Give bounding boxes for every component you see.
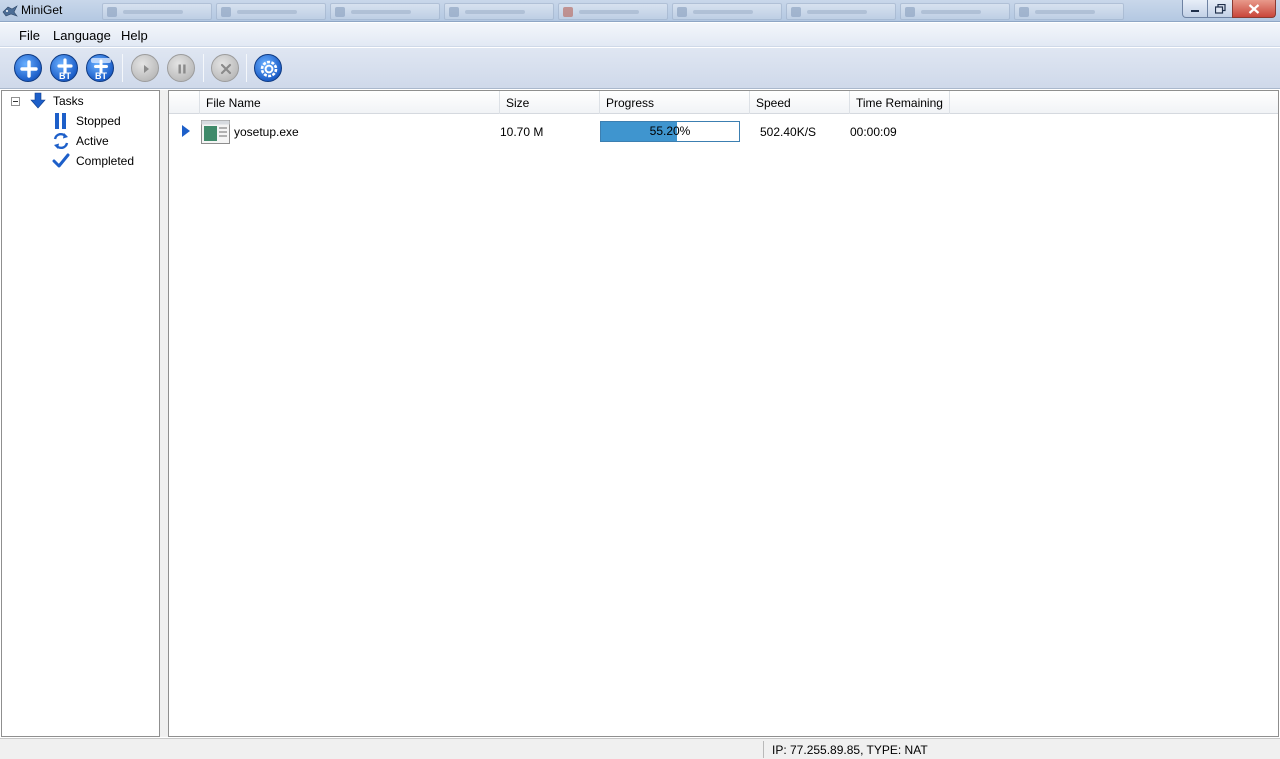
column-header-speed[interactable]: Speed — [750, 91, 850, 114]
column-header-size[interactable]: Size — [500, 91, 600, 114]
time-remaining: 00:00:09 — [850, 125, 897, 139]
window-controls — [1182, 0, 1276, 19]
pause-icon — [55, 113, 66, 129]
list-header: File Name Size Progress Speed Time Remai… — [169, 91, 1278, 114]
column-header-progress[interactable]: Progress — [600, 91, 750, 114]
restore-button[interactable] — [1207, 0, 1233, 18]
task-tree: Tasks Stopped Active Completed — [1, 90, 160, 737]
miniget-app-icon — [2, 5, 18, 17]
progress-text: 55.20% — [649, 124, 691, 138]
background-tab — [444, 3, 554, 20]
column-header-status[interactable] — [169, 91, 200, 114]
add-task-button[interactable] — [14, 54, 42, 82]
tree-label: Stopped — [76, 114, 121, 128]
close-button[interactable] — [1232, 0, 1276, 18]
download-speed: 502.40K/S — [760, 125, 817, 139]
add-bt-task-button[interactable]: BT — [50, 54, 78, 82]
background-tab — [786, 3, 896, 20]
tree-item-tasks[interactable]: Tasks — [29, 92, 84, 110]
delete-button[interactable] — [211, 54, 239, 82]
collapse-toggle[interactable] — [11, 97, 20, 106]
toolbar-separator — [246, 54, 247, 82]
tree-label: Completed — [76, 154, 135, 168]
tree-item-active[interactable]: Active — [52, 132, 109, 150]
file-size: 10.70 M — [500, 125, 544, 139]
background-taskbar-tabs — [76, 2, 1158, 22]
pause-button[interactable] — [167, 54, 195, 82]
download-list: File Name Size Progress Speed Time Remai… — [168, 90, 1279, 737]
status-bar: IP: 77.255.89.85, TYPE: NAT — [0, 738, 1280, 759]
menu-language[interactable]: Language — [53, 28, 111, 43]
menu-bar: File Language Help — [0, 23, 1280, 47]
background-tab — [1014, 3, 1124, 20]
background-tab — [330, 3, 440, 20]
download-arrow-icon — [30, 92, 46, 109]
file-icon — [201, 120, 230, 144]
tree-label: Tasks — [53, 94, 84, 108]
menu-help[interactable]: Help — [121, 28, 148, 43]
status-separator — [763, 741, 764, 758]
toolbar-separator — [122, 54, 123, 82]
background-tab — [216, 3, 326, 20]
background-tab — [672, 3, 782, 20]
window-title: MiniGet — [21, 3, 63, 17]
tree-item-stopped[interactable]: Stopped — [52, 112, 121, 130]
column-header-file-name[interactable]: File Name — [200, 91, 500, 114]
background-tab — [102, 3, 212, 20]
file-name: yosetup.exe — [234, 125, 299, 139]
bt-label: BT — [59, 71, 71, 81]
plus-icon — [20, 60, 38, 78]
minimize-button[interactable] — [1182, 0, 1208, 18]
start-button[interactable] — [131, 54, 159, 82]
tree-item-completed[interactable]: Completed — [52, 152, 134, 170]
pause-icon — [178, 64, 186, 74]
toolbar-separator — [203, 54, 204, 82]
add-bt-torrent-button[interactable]: BT — [86, 54, 114, 82]
settings-button[interactable] — [254, 54, 282, 82]
play-icon — [182, 125, 190, 137]
play-icon — [144, 65, 149, 73]
x-icon — [220, 63, 232, 75]
toolbar: BT BT — [0, 48, 1280, 89]
checkmark-icon — [52, 153, 70, 168]
close-icon — [1248, 3, 1260, 14]
table-row[interactable]: yosetup.exe 10.70 M 55.20% 502.40K/S 00:… — [169, 117, 1278, 147]
column-header-time-remaining[interactable]: Time Remaining — [850, 91, 950, 114]
title-bar: MiniGet — [0, 0, 1280, 22]
restore-icon — [1214, 3, 1226, 14]
status-network-info: IP: 77.255.89.85, TYPE: NAT — [772, 743, 928, 757]
minimize-icon — [1191, 9, 1199, 12]
menu-file[interactable]: File — [19, 28, 40, 43]
tree-label: Active — [76, 134, 109, 148]
background-tab — [900, 3, 1010, 20]
panel-splitter[interactable] — [160, 90, 168, 737]
refresh-icon — [53, 132, 69, 150]
background-tab — [558, 3, 668, 20]
progress-bar: 55.20% — [600, 121, 740, 142]
bt-label: BT — [95, 71, 107, 81]
gear-icon — [260, 60, 278, 78]
